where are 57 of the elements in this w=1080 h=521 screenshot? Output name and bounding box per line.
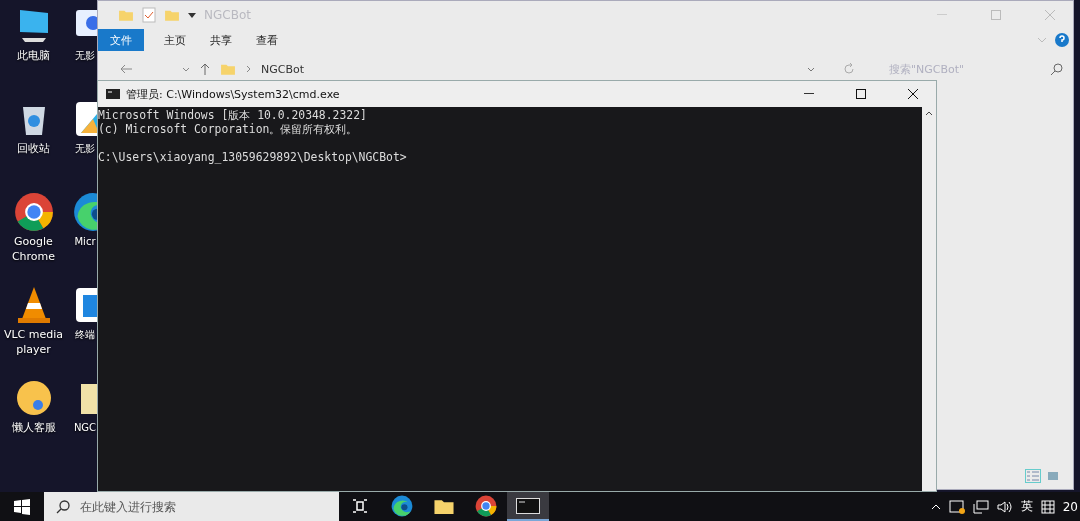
icon-label[interactable]: 终端 [73, 327, 97, 342]
taskbar-app-button[interactable] [507, 492, 549, 521]
icon-label[interactable]: Google Chrome [1, 234, 66, 264]
edge-logo-icon [391, 494, 413, 517]
picture-view-icon [1047, 471, 1059, 481]
maximize-icon [856, 89, 866, 99]
icon-label[interactable]: Micr [73, 234, 97, 249]
ribbon-tab[interactable]: 文件 [98, 29, 144, 51]
chrome-logo-icon [13, 192, 54, 232]
command-prompt[interactable]: C:\Users\xiaoyang_13059629892\Desktop\NGCBot> [98, 150, 922, 164]
icon-label[interactable]: 无影 [73, 141, 97, 156]
back-arrow-icon [120, 64, 132, 74]
input-method-indicator[interactable]: 英 [1020, 498, 1033, 515]
tiles-view-button[interactable] [1045, 469, 1061, 483]
icon-label[interactable]: 回收站 [1, 141, 66, 156]
chevron-down-icon [1037, 37, 1047, 43]
taskbar-search-field[interactable]: 在此键入进行搜索 [78, 498, 322, 515]
refresh-icon [843, 63, 855, 75]
checkbox-icon [142, 7, 156, 23]
close-icon [1045, 10, 1055, 20]
volume-icon [996, 499, 1013, 514]
ribbon-tab[interactable]: 查看 [244, 29, 290, 51]
list-view-icon [1027, 471, 1039, 481]
chevron-up-icon [930, 503, 941, 510]
terminal-icon [516, 497, 540, 514]
help-icon [1055, 33, 1069, 47]
ribbon-tab[interactable]: 共享 [198, 29, 244, 51]
chevron-right-icon [246, 65, 251, 73]
network-icon [972, 499, 989, 514]
search-icon [1051, 63, 1063, 75]
console-line: (c) Microsoft Corporation。保留所有权利。 [98, 122, 359, 136]
security-icon [948, 499, 965, 514]
icon-label[interactable]: 无影 [73, 48, 97, 63]
keyboard-icon [1040, 499, 1055, 514]
icon-label[interactable]: VLC media player [1, 327, 66, 357]
icon-label[interactable]: NGC [73, 420, 97, 435]
terminal-icon [106, 89, 120, 99]
maximize-icon [991, 10, 1001, 20]
chevron-down-icon [807, 66, 815, 72]
minimize-icon [804, 93, 814, 95]
icon-label[interactable]: 此电脑 [1, 48, 66, 63]
caret-icon [188, 11, 196, 19]
task-view-icon [351, 497, 369, 514]
windows-logo-icon [14, 498, 30, 515]
address-path[interactable]: NGCBot [261, 62, 797, 76]
ribbon-tab[interactable]: 主页 [152, 29, 198, 51]
up-arrow-icon [200, 63, 210, 75]
clock[interactable]: 20 [1062, 499, 1078, 514]
taskbar-search-box[interactable]: 在此键入进行搜索 [44, 492, 339, 521]
icon-label[interactable]: 懒人客服 [1, 420, 66, 435]
console-line: Microsoft Windows [版本 10.0.20348.2322] [98, 108, 368, 122]
scroll-up-icon [925, 111, 933, 116]
search-icon [56, 499, 70, 514]
window-title: 管理员: C:\Windows\System32\cmd.exe [126, 86, 341, 102]
close-icon [908, 89, 918, 99]
chevron-down-icon [182, 66, 190, 72]
chrome-logo-icon [475, 494, 497, 517]
